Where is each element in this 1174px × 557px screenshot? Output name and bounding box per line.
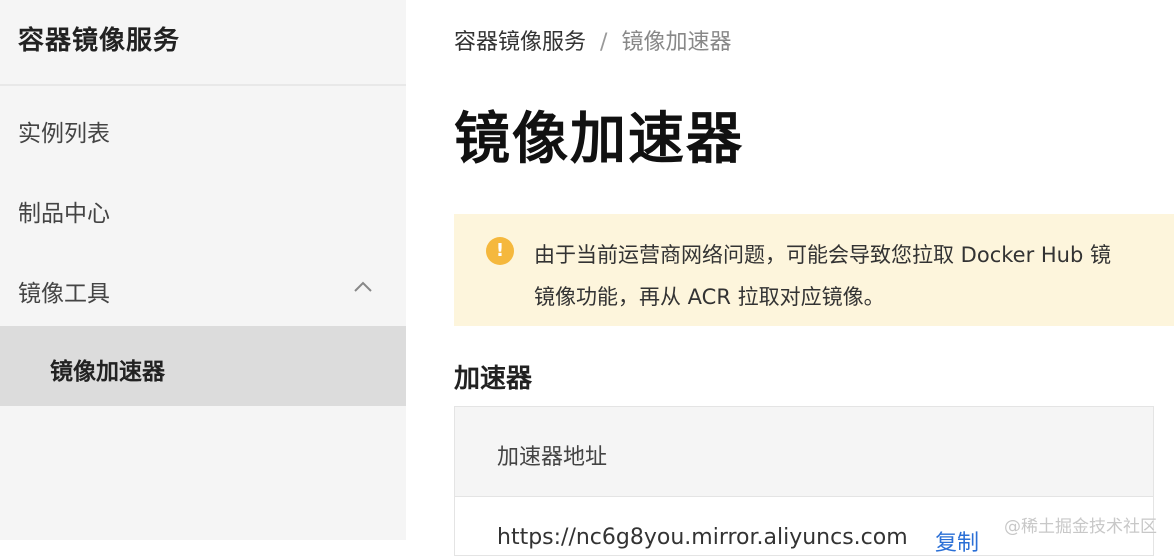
column-header-address: 加速器地址 <box>497 445 608 470</box>
sidebar-item-label: 镜像加速器 <box>50 359 165 385</box>
chevron-up-icon[interactable] <box>354 278 372 296</box>
sidebar-item-image-tools[interactable]: 镜像工具 <box>0 248 406 328</box>
copy-button[interactable]: 复制 <box>935 525 979 557</box>
accelerator-url: https://nc6g8you.mirror.aliyuncs.com <box>497 525 908 550</box>
sidebar-item-artifacts[interactable]: 制品中心 <box>0 168 406 248</box>
table-header: 加速器地址 <box>455 407 1153 497</box>
alert-line-2: 镜像功能，再从 ACR 拉取对应镜像。 <box>534 285 885 309</box>
sidebar: 容器镜像服务 实例列表 制品中心 镜像工具 镜像加速器 <box>0 0 406 540</box>
alert-line-1: 由于当前运营商网络问题，可能会导致您拉取 Docker Hub 镜 <box>534 243 1111 267</box>
sidebar-divider <box>0 84 406 86</box>
breadcrumb-separator: / <box>600 30 608 55</box>
sidebar-item-label: 实例列表 <box>18 121 110 147</box>
breadcrumb: 容器镜像服务 / 镜像加速器 <box>454 24 731 56</box>
sidebar-title: 容器镜像服务 <box>18 26 181 56</box>
watermark: @稀土掘金技术社区 <box>1004 517 1157 537</box>
warning-icon: ! <box>486 237 514 265</box>
alert-message: 由于当前运营商网络问题，可能会导致您拉取 Docker Hub 镜 镜像功能，再… <box>534 234 1111 318</box>
sidebar-item-label: 镜像工具 <box>18 281 110 307</box>
warning-alert: ! 由于当前运营商网络问题，可能会导致您拉取 Docker Hub 镜 镜像功能… <box>454 214 1174 326</box>
breadcrumb-root[interactable]: 容器镜像服务 <box>454 30 586 55</box>
sidebar-item-instances[interactable]: 实例列表 <box>0 88 406 168</box>
sidebar-item-label: 制品中心 <box>18 201 110 227</box>
sidebar-item-image-accelerator[interactable]: 镜像加速器 <box>0 326 406 406</box>
section-title: 加速器 <box>454 364 533 394</box>
page-title: 镜像加速器 <box>454 107 744 172</box>
breadcrumb-current: 镜像加速器 <box>621 30 732 55</box>
